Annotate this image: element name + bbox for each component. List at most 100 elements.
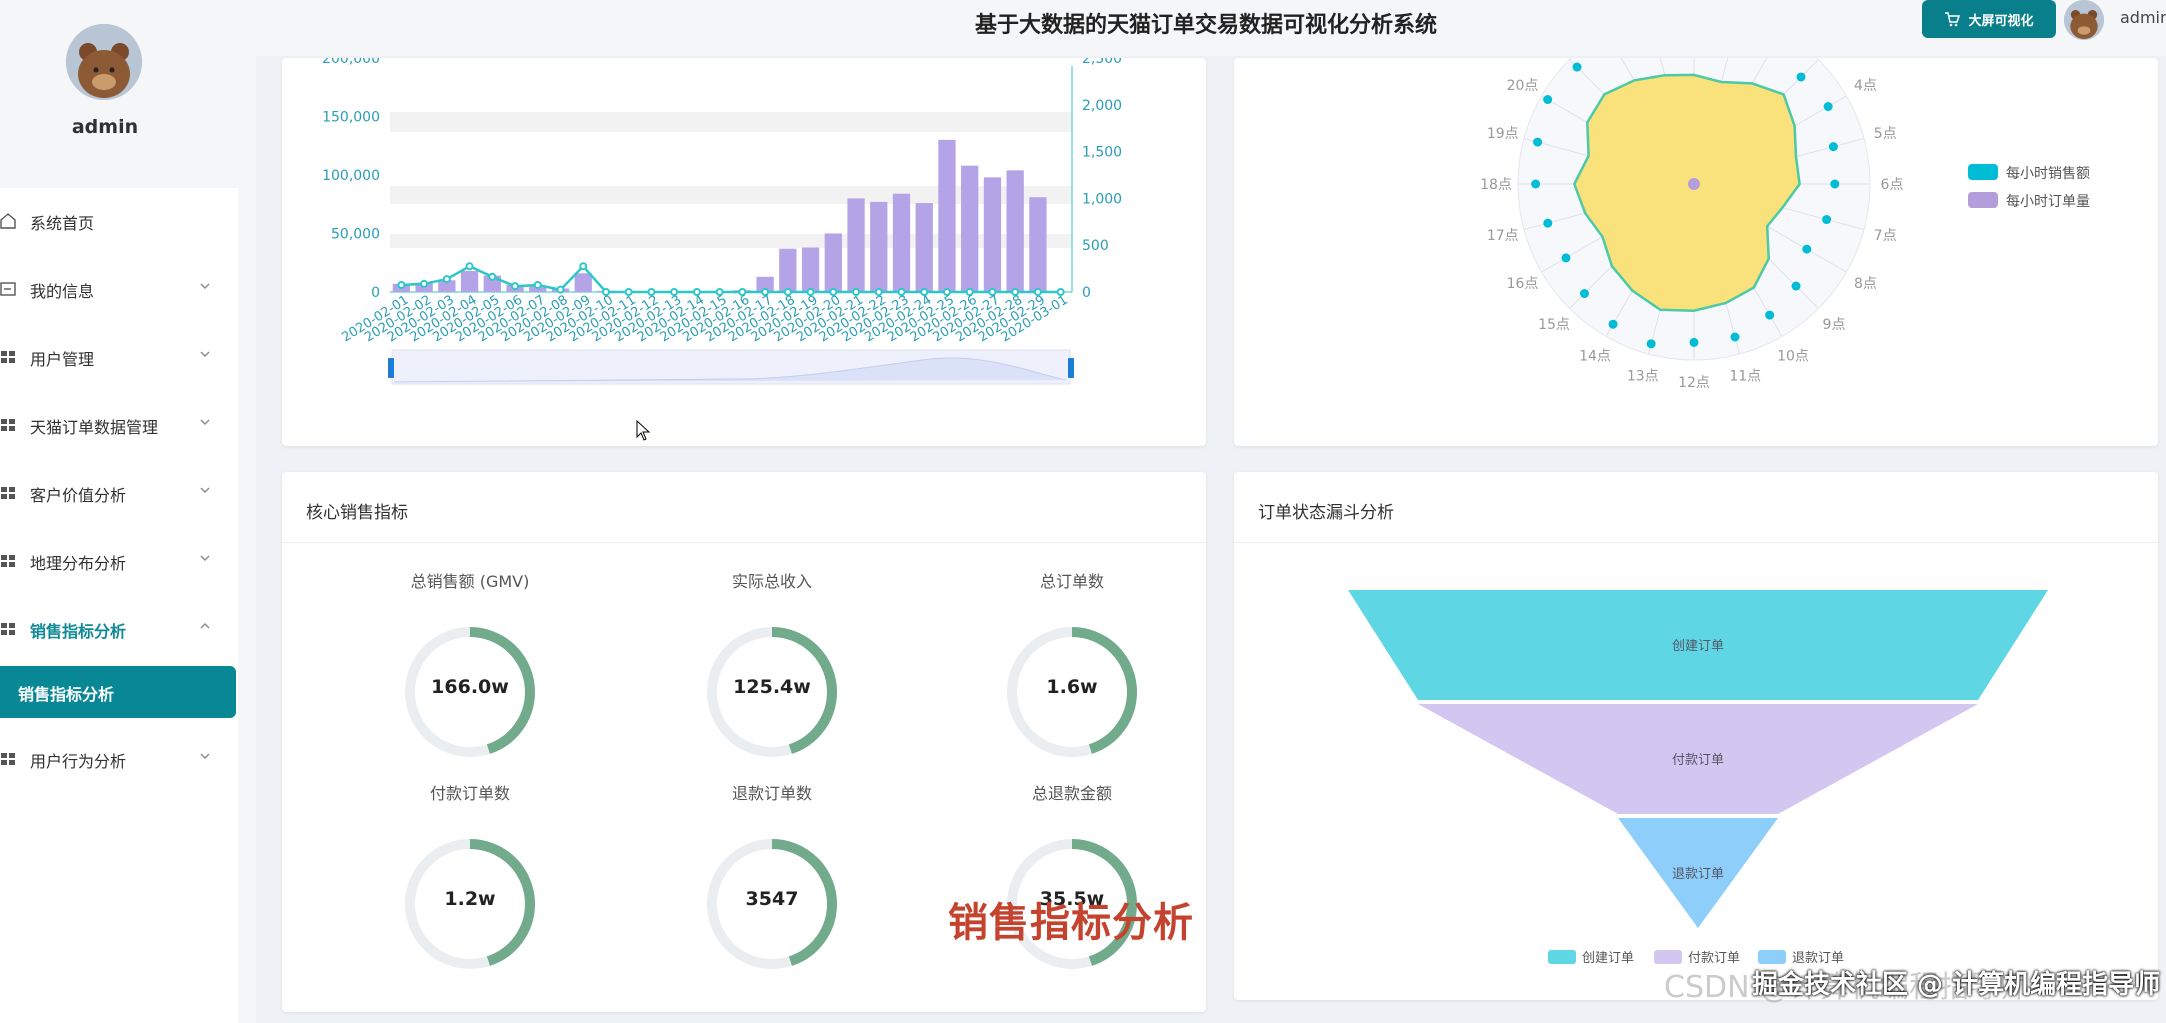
- radar-hour-label: 15点: [1538, 317, 1570, 333]
- grid-icon: [1, 419, 15, 431]
- watermark-front: 掘金技术社区 @ 计算机编程指导师: [1752, 970, 2161, 1000]
- radar-sales-point: [1791, 281, 1801, 291]
- bar: [938, 139, 956, 292]
- radar-hour-label: 8点: [1854, 276, 1877, 292]
- radar-sales-point: [1543, 218, 1553, 228]
- sidebar-item-home[interactable]: 系统首页: [0, 198, 238, 244]
- top-header: 基于大数据的天猫订单交易数据可视化分析系统 大屏可视化 admin: [256, 0, 2166, 56]
- legend-label-sales: 每小时销售额: [2006, 166, 2090, 182]
- chevron-down-icon: [200, 283, 210, 289]
- sidebar-item-label: 销售指标分析: [30, 622, 127, 641]
- bar: [779, 248, 797, 292]
- radar-sales-point: [1822, 215, 1832, 225]
- legend-label-orders: 每小时订单量: [2006, 194, 2090, 210]
- radar-sales-point: [1828, 142, 1838, 152]
- sidebar-item-sales-metrics[interactable]: 销售指标分析: [0, 606, 238, 652]
- chevron-down-icon: [200, 753, 210, 759]
- radar-hour-label: 16点: [1507, 276, 1539, 292]
- chevron-down-icon: [200, 351, 210, 357]
- funnel-legend-label: 创建订单: [1582, 951, 1634, 966]
- funnel-stage-label: 付款订单: [1672, 753, 1724, 768]
- grid-icon: [1, 555, 15, 567]
- metric-label: 总订单数: [1039, 572, 1104, 591]
- sidebar-item-my-info[interactable]: 我的信息: [0, 266, 238, 312]
- avatar-bear-image: [2064, 0, 2104, 40]
- radar-hour-label: 12点: [1678, 375, 1710, 391]
- card-title: 核心销售指标: [306, 503, 408, 523]
- radar-hour-label: 11点: [1729, 368, 1761, 384]
- radar-sales-point: [1608, 319, 1618, 329]
- app-title: 基于大数据的天猫订单交易数据可视化分析系统: [974, 13, 1437, 38]
- profile-name: admin: [71, 116, 139, 138]
- bigscreen-button[interactable]: 大屏可视化: [1922, 0, 2056, 38]
- line-point: [533, 280, 542, 289]
- hourly-radar-card: 4点 5点 6点 7点 8点 9点 10点 11点 12点 13点 14点 15点 16点 17点 18点 1…: [1234, 7, 2158, 446]
- line-point: [397, 280, 406, 289]
- user-card-icon: [0, 282, 16, 296]
- metric-value: 125.4w: [733, 676, 811, 698]
- header-avatar[interactable]: [2064, 0, 2104, 40]
- profile-avatar[interactable]: [66, 24, 142, 100]
- radar-orders-point: [1688, 178, 1700, 190]
- radar-hour-label: 20点: [1507, 78, 1539, 94]
- avatar-bear-image: [66, 24, 142, 100]
- metric-value: 3547: [745, 888, 799, 910]
- y-right-tick-label: 500: [1082, 238, 1109, 254]
- radar-sales-point: [1579, 289, 1589, 299]
- sidebar-item-label: 系统首页: [30, 214, 95, 233]
- radar-hour-label: 4点: [1854, 78, 1877, 94]
- metric-gauge: 1.6w: [1002, 622, 1142, 762]
- bar: [1006, 170, 1024, 292]
- daily-sales-chart-card: 200,000 150,000 100,000 50,000 0 2,500 2,000 1,…: [282, 51, 1206, 446]
- line-point: [579, 262, 588, 271]
- y-left-tick-label: 100,000: [322, 168, 380, 184]
- radar-hour-label: 19点: [1487, 126, 1519, 142]
- radar-sales-point: [1730, 332, 1740, 342]
- home-icon: [0, 213, 16, 229]
- bar: [824, 233, 842, 292]
- sidebar-item-order-data-management[interactable]: 天猫订单数据管理: [0, 402, 238, 448]
- funnel-stage-label: 创建订单: [1672, 639, 1724, 654]
- radar-hour-label: 17点: [1487, 228, 1519, 244]
- zoom-handle-right: [1068, 358, 1074, 378]
- hourly-radar-chart: 4点 5点 6点 7点 8点 9点 10点 11点 12点 13点 14点 15点 16点 17点 18点 1…: [1480, 7, 2090, 391]
- line-point: [465, 262, 474, 271]
- y-right-tick-label: 1,000: [1082, 191, 1122, 207]
- sidebar-item-geo-distribution[interactable]: 地理分布分析: [0, 538, 238, 584]
- line-point: [488, 272, 497, 281]
- radar-hour-label: 9点: [1823, 317, 1846, 333]
- radar-sales-point: [1830, 179, 1840, 189]
- metric-gauge: 125.4w: [702, 622, 842, 762]
- metric-label: 总销售额 (GMV): [410, 572, 530, 591]
- y-right-tick-label: 1,500: [1082, 145, 1122, 161]
- submenu-item-sales-metrics-active[interactable]: 销售指标分析: [0, 666, 236, 718]
- zoom-handle-left: [388, 358, 394, 378]
- chevron-down-icon: [200, 555, 210, 561]
- sidebar-item-label: 用户行为分析: [30, 752, 127, 771]
- sidebar-item-customer-value[interactable]: 客户价值分析: [0, 470, 238, 516]
- radar-sales-point: [1531, 179, 1541, 189]
- radar-hour-label: 6点: [1881, 177, 1904, 193]
- y-right-tick-label: 2,000: [1082, 98, 1122, 114]
- grid-icon: [1, 487, 15, 499]
- y-left-tick-label: 0: [371, 285, 380, 301]
- radar-hour-label: 13点: [1627, 368, 1659, 384]
- radar-sales-point: [1572, 62, 1582, 72]
- sidebar-item-user-behavior[interactable]: 用户行为分析: [0, 736, 238, 782]
- line-point: [511, 282, 520, 291]
- funnel-legend-swatch: [1548, 950, 1576, 964]
- radar-sales-point: [1802, 244, 1812, 254]
- card-divider: [282, 542, 1206, 543]
- bar: [460, 270, 479, 292]
- metric-gauge: 166.0w: [400, 622, 540, 762]
- metric-label: 付款订单数: [429, 784, 510, 803]
- sidebar-item-label: 地理分布分析: [30, 554, 127, 573]
- bar: [915, 203, 933, 292]
- metric-label: 退款订单数: [731, 784, 812, 803]
- sidebar-menu: 系统首页 我的信息 用户管理 天猫订单数据管理 客户价值分析 地理分布分析 销售…: [0, 188, 238, 1023]
- sidebar-item-user-management[interactable]: 用户管理: [0, 334, 238, 380]
- bigscreen-label: 大屏可视化: [1968, 13, 2034, 29]
- header-username[interactable]: admin: [2120, 8, 2166, 27]
- mouse-cursor-icon: [636, 420, 651, 441]
- metric-value: 1.6w: [1046, 676, 1098, 698]
